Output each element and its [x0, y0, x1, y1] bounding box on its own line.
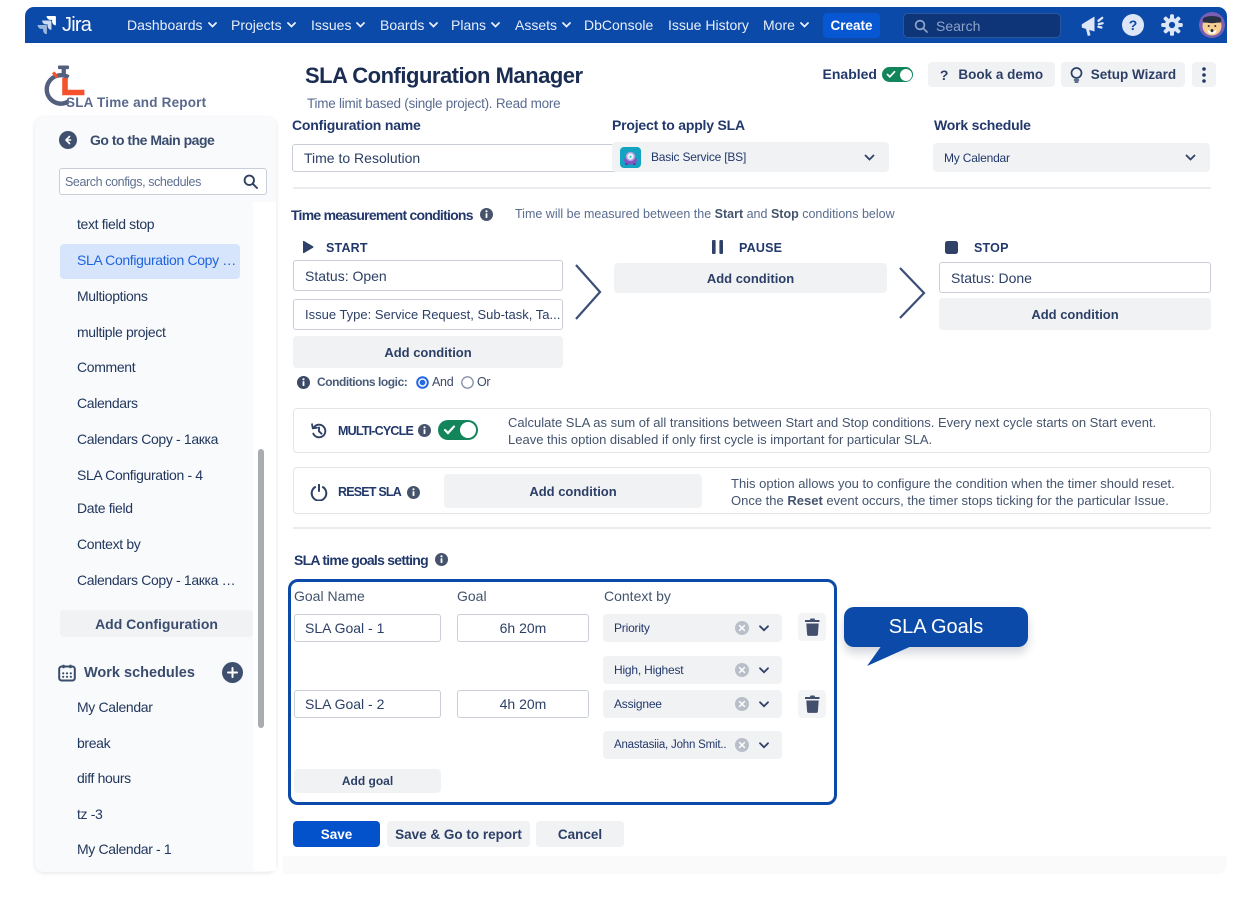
svg-text:?: ? — [1129, 17, 1138, 33]
